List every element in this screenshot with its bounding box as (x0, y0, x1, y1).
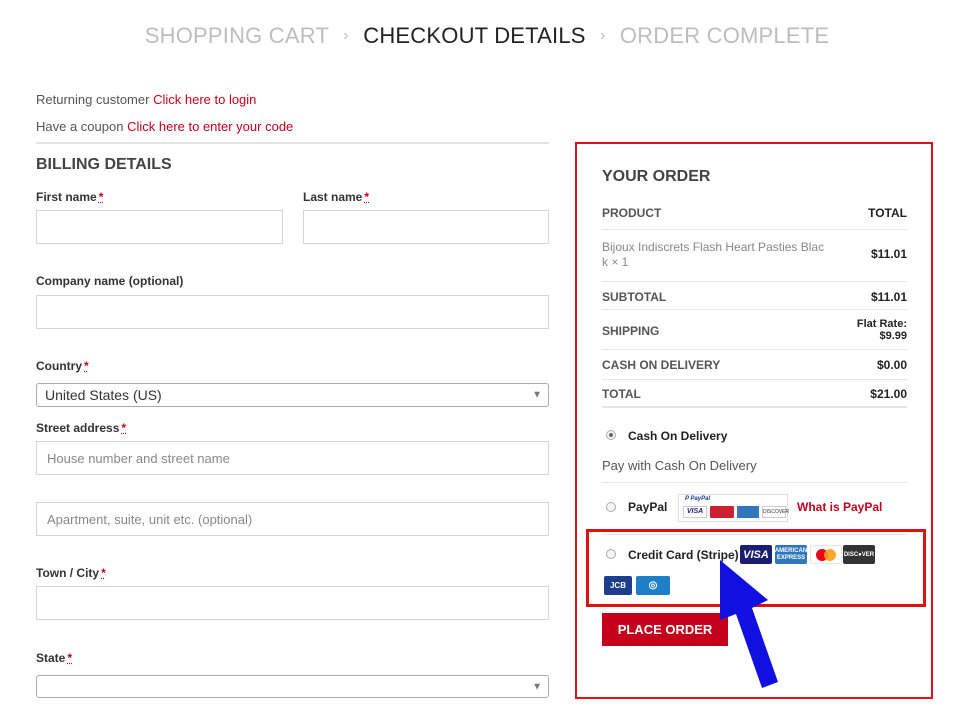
coupon-text: Have a coupon (36, 119, 124, 134)
dropdown-arrow-icon: ▼ (532, 389, 542, 401)
last-name-label-text: Last name (303, 190, 363, 204)
order-item-price: $11.01 (870, 247, 907, 261)
town-city-label: Town / City * (36, 566, 106, 580)
subtotal-row: SUBTOTAL $11.01 (602, 282, 907, 310)
breadcrumb-checkout-details: CHECKOUT DETAILS (363, 23, 586, 49)
street-address-label: Street address * (36, 421, 126, 435)
apartment-placeholder: Apartment, suite, unit etc. (optional) (47, 511, 253, 527)
first-name-label: First name * (36, 190, 103, 204)
jcb-icon: JCB (604, 576, 632, 595)
shipping-cost: $9.99 (879, 330, 907, 342)
amex-icon (737, 506, 759, 518)
paypal-radio[interactable] (606, 502, 616, 512)
apartment-input[interactable]: Apartment, suite, unit etc. (optional) (36, 502, 549, 536)
cod-fee-row: CASH ON DELIVERY $0.00 (602, 350, 907, 380)
cod-method-label[interactable]: Cash On Delivery (628, 429, 727, 443)
order-item-name: Bijoux Indiscrets Flash Heart Pasties Bl… (602, 240, 824, 270)
required-mark: * (98, 190, 104, 204)
what-is-paypal-link[interactable]: What is PayPal (797, 500, 882, 514)
order-item-name-line1: Bijoux Indiscrets Flash Heart Pasties Bl… (602, 240, 825, 254)
town-city-input[interactable] (36, 586, 549, 620)
country-label-text: Country (36, 359, 82, 373)
order-item-row: Bijoux Indiscrets Flash Heart Pasties Bl… (602, 230, 907, 282)
required-mark: * (364, 190, 370, 204)
required-mark: * (67, 651, 73, 665)
mastercard-icon (810, 545, 842, 564)
discover-icon: DISC●VER (843, 545, 875, 564)
subtotal-label: SUBTOTAL (602, 290, 667, 304)
state-label-text: State (36, 651, 66, 665)
town-city-label-text: Town / City (36, 566, 100, 580)
company-name-label: Company name (optional) (36, 274, 184, 288)
diners-club-icon: ◎ (636, 576, 670, 595)
country-select-value: United States (US) (45, 387, 162, 403)
order-table-header: PRODUCT TOTAL (602, 204, 907, 230)
last-name-label: Last name * (303, 190, 369, 204)
mastercard-circle-orange (824, 548, 836, 561)
state-label: State * (36, 651, 72, 665)
shipping-value: Flat Rate: $9.99 (857, 318, 907, 342)
returning-customer-text: Returning customer (36, 92, 150, 107)
breadcrumb-shopping-cart[interactable]: SHOPPING CART (145, 23, 329, 49)
your-order-title: YOUR ORDER (602, 168, 711, 185)
shipping-label: SHIPPING (602, 324, 660, 338)
coupon-link[interactable]: Click here to enter your code (127, 119, 293, 134)
country-select[interactable]: United States (US) ▼ (36, 383, 549, 407)
cod-fee-label: CASH ON DELIVERY (602, 358, 721, 372)
shipping-row: SHIPPING Flat Rate: $9.99 (602, 310, 907, 350)
country-label: Country * (36, 359, 89, 373)
cod-fee-value: $0.00 (876, 358, 907, 372)
state-select[interactable]: ▼ (36, 675, 549, 698)
coupon-notice: Have a coupon Click here to enter your c… (36, 119, 293, 134)
column-product: PRODUCT (602, 206, 662, 220)
order-item-name-line2: k × 1 (602, 255, 629, 269)
paypal-acceptance-mark: P PayPal VISA DISCOVER (678, 494, 789, 522)
returning-customer-notice: Returning customer Click here to login (36, 92, 256, 107)
first-name-input[interactable] (36, 210, 283, 244)
total-label: TOTAL (602, 387, 641, 401)
required-mark: * (101, 566, 106, 580)
billing-details-title: BILLING DETAILS (36, 156, 172, 173)
divider (36, 142, 549, 144)
login-link[interactable]: Click here to login (153, 92, 256, 107)
subtotal-value: $11.01 (870, 290, 907, 304)
blue-arrow-annotation-icon (720, 560, 778, 688)
chevron-right-icon: › (343, 27, 349, 45)
street-address-label-text: Street address (36, 421, 120, 435)
shipping-method: Flat Rate: (856, 318, 907, 330)
street-address-placeholder: House number and street name (47, 450, 230, 466)
breadcrumb: SHOPPING CART › CHECKOUT DETAILS › ORDER… (0, 22, 974, 49)
paypal-method-label[interactable]: PayPal (628, 500, 667, 514)
cod-description: Pay with Cash On Delivery (602, 458, 757, 473)
breadcrumb-order-complete: ORDER COMPLETE (619, 23, 830, 49)
cod-radio[interactable] (606, 430, 616, 440)
dropdown-arrow-icon: ▼ (532, 681, 542, 692)
divider (602, 482, 907, 483)
stripe-radio[interactable] (606, 549, 616, 559)
total-row: TOTAL $21.00 (602, 380, 907, 408)
required-mark: * (121, 421, 127, 435)
street-address-input[interactable]: House number and street name (36, 441, 549, 475)
chevron-right-icon: › (600, 27, 606, 45)
last-name-input[interactable] (303, 210, 549, 244)
total-value: $21.00 (870, 387, 907, 401)
paypal-logo-icon: P PayPal (685, 496, 711, 502)
company-name-input[interactable] (36, 295, 549, 329)
required-mark: * (84, 359, 89, 373)
mastercard-icon (710, 506, 734, 518)
discover-icon: DISCOVER (762, 506, 789, 518)
visa-icon: VISA (683, 506, 707, 518)
arrow-shape (720, 560, 778, 688)
first-name-label-text: First name (36, 190, 97, 204)
column-total: TOTAL (868, 206, 907, 220)
